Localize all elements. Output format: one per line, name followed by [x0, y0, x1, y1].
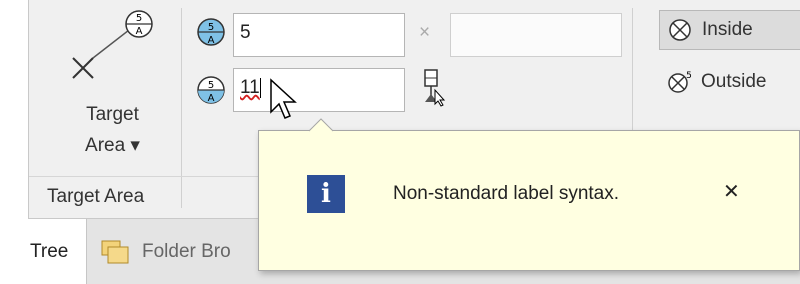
- outside-label: Outside: [701, 71, 767, 92]
- lower-datum-icon: 5 A: [197, 76, 225, 104]
- group-separator: [181, 8, 182, 208]
- lower-value-field[interactable]: 11: [233, 68, 405, 112]
- upper-datum-icon: 5 A: [197, 18, 225, 46]
- info-icon: i: [307, 175, 345, 213]
- lower-value-text: 11: [240, 77, 260, 98]
- svg-text:5: 5: [686, 71, 692, 81]
- svg-text:A: A: [136, 26, 143, 37]
- tab-tree[interactable]: Tree: [28, 219, 87, 284]
- folder-icon: [101, 240, 129, 263]
- target-area-icon: 5 A: [72, 10, 153, 79]
- outside-target-icon: 5: [668, 71, 692, 93]
- svg-text:A: A: [208, 35, 215, 46]
- inside-label: Inside: [702, 19, 753, 40]
- inside-toggle[interactable]: Inside: [659, 10, 800, 50]
- svg-text:5: 5: [208, 22, 214, 33]
- target-area-label-line2: Area ▾: [85, 135, 140, 156]
- multiply-symbol: ×: [419, 22, 431, 43]
- outside-toggle[interactable]: 5 Outside: [659, 64, 800, 100]
- svg-text:5: 5: [136, 13, 142, 24]
- pick-datum-icon[interactable]: [417, 68, 447, 108]
- group-label-target-area: Target Area: [47, 186, 145, 207]
- svg-text:A: A: [208, 93, 215, 104]
- target-area-label-line1: Target: [86, 104, 139, 125]
- close-icon[interactable]: ✕: [723, 179, 740, 204]
- tooltip-pointer: [309, 118, 333, 132]
- text-caret: [259, 77, 261, 98]
- validation-tooltip: i Non-standard label syntax. ✕: [258, 118, 800, 271]
- tab-folder-browser-label: Folder Bro: [142, 240, 231, 262]
- tooltip-message: Non-standard label syntax.: [393, 183, 620, 204]
- tab-tree-label: Tree: [30, 240, 69, 262]
- mouse-cursor-icon: [270, 78, 297, 119]
- inside-target-icon: [669, 19, 691, 41]
- right-value-field[interactable]: [450, 13, 622, 57]
- svg-text:5: 5: [208, 80, 214, 91]
- target-area-button[interactable]: 5 A Target Area ▾: [45, 0, 180, 176]
- upper-value-field[interactable]: 5: [233, 13, 405, 57]
